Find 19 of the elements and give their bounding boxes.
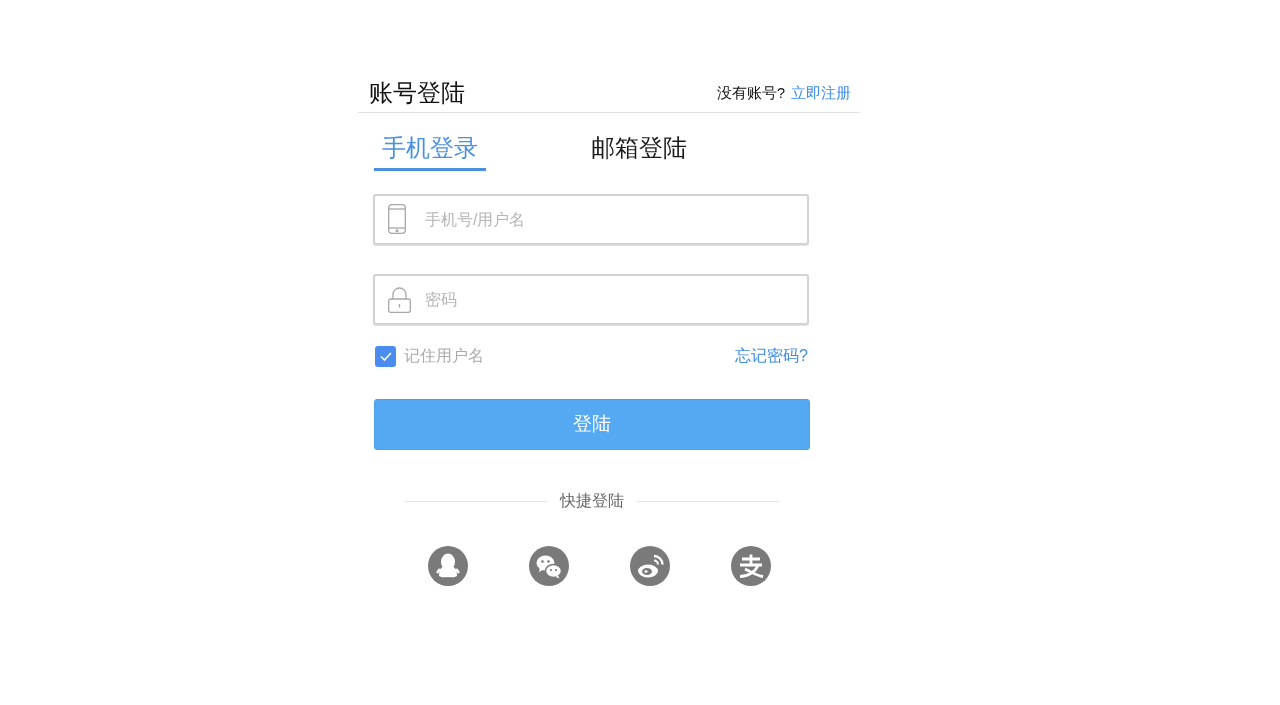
chat-bubbles-icon[interactable]: [529, 546, 569, 586]
quick-login-label: 快捷登陆: [560, 493, 624, 509]
penguin-icon[interactable]: [428, 546, 468, 586]
character-mark-icon[interactable]: [731, 546, 771, 586]
forgot-password-link[interactable]: 忘记密码?: [735, 348, 808, 364]
no-account-text: 没有账号?: [716, 85, 785, 101]
register-link[interactable]: 立即注册: [791, 85, 851, 101]
page-title: 账号登陆: [369, 81, 465, 105]
input-field[interactable]: 密码: [373, 274, 809, 325]
remember-label: 记住用户名: [404, 348, 484, 364]
tab[interactable]: 手机登录: [374, 127, 486, 171]
phone-icon: [388, 204, 406, 234]
eye-waves-icon[interactable]: [630, 546, 670, 586]
checkbox[interactable]: [375, 345, 396, 367]
check-icon: [379, 351, 392, 361]
tab[interactable]: 邮箱登陆: [583, 127, 695, 171]
lock-icon: [388, 287, 411, 313]
input-field[interactable]: 手机号/用户名: [373, 194, 809, 245]
login-button[interactable]: 登陆: [374, 399, 810, 450]
